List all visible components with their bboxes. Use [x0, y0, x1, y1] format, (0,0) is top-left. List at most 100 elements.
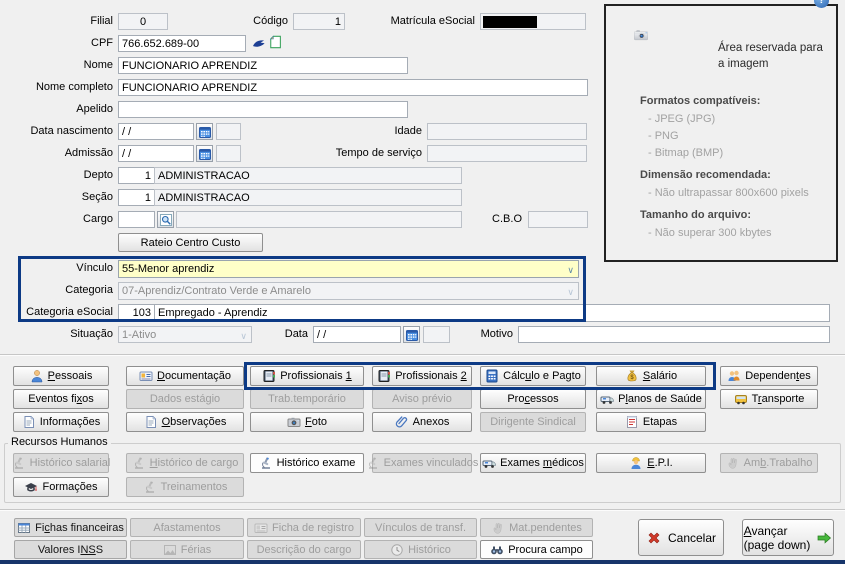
camera-icon: [634, 28, 700, 76]
data-situacao-input[interactable]: / /: [313, 326, 401, 343]
data-nascimento-input[interactable]: / /: [118, 123, 194, 140]
tab-anexos[interactable]: Anexos: [372, 412, 472, 432]
button-label: Planos de Saúde: [618, 393, 702, 405]
address-book-icon: [377, 369, 391, 383]
tab-documentacao[interactable]: Documentação: [126, 366, 244, 386]
codigo-field[interactable]: 1: [293, 13, 345, 30]
matricula-esocial-field[interactable]: [480, 13, 586, 30]
rateio-centro-custo-button[interactable]: Rateio Centro Custo: [118, 233, 263, 252]
admissao-label: Admissão: [64, 147, 113, 159]
apelido-label: Apelido: [76, 103, 113, 115]
button-label: Histórico de cargo: [149, 457, 239, 469]
tab-processos[interactable]: Processos: [480, 389, 586, 409]
cargo-search-button[interactable]: [157, 211, 174, 228]
separator: [0, 509, 845, 511]
binoculars-icon: [490, 543, 504, 557]
button-epi[interactable]: E.P.I.: [596, 453, 706, 473]
categoria-esocial-desc-field[interactable]: Empregado - Aprendiz: [154, 304, 830, 322]
nome-input[interactable]: FUNCIONARIO APRENDIZ: [118, 57, 408, 74]
green-arrow-icon: [816, 530, 832, 546]
date-aux-field: [423, 326, 450, 343]
button-label: Anexos: [412, 416, 450, 428]
button-procura-campo[interactable]: Procura campo: [480, 540, 593, 559]
tab-foto[interactable]: Foto: [250, 412, 364, 432]
advance-button[interactable]: Avançar (page down): [742, 519, 834, 556]
button-label: Amb.Trabalho: [743, 457, 813, 469]
table-icon: [17, 521, 31, 535]
button-valores-inss[interactable]: Valores INSS: [14, 540, 127, 559]
button-formacoes[interactable]: Formações: [13, 477, 109, 497]
tab-salario[interactable]: $ Salário: [596, 366, 706, 386]
paperclip-icon: [395, 415, 409, 429]
button-historico-salarial: Histórico salarial: [13, 453, 110, 473]
microscope-icon: [143, 480, 157, 494]
button-exames-medicos[interactable]: Exames médicos: [480, 453, 586, 473]
calendar-icon: [198, 125, 212, 139]
calendar-button[interactable]: [403, 326, 420, 343]
cpf-input[interactable]: 766.652.689-00: [118, 35, 246, 52]
document-icon: [22, 415, 36, 429]
button-mat-pendentes: Mat.pendentes: [480, 518, 593, 537]
categoria-esocial-label: Categoria eSocial: [26, 306, 113, 318]
categoria-label: Categoria: [65, 284, 113, 296]
button-label: Cancelar: [667, 530, 717, 545]
button-ficha-de-registro: Ficha de registro: [247, 518, 361, 537]
tab-informacoes[interactable]: Informações: [13, 412, 109, 432]
button-label: Etapas: [642, 416, 678, 428]
tab-profissionais-1[interactable]: Profissionais 1: [250, 366, 364, 386]
button-label: Exames vinculados: [383, 457, 479, 469]
button-label: Pessoais: [47, 370, 93, 382]
motivo-input[interactable]: [518, 326, 830, 343]
cbo-field: [528, 211, 588, 228]
button-historico-exame[interactable]: Histórico exame: [250, 453, 364, 473]
calendar-button[interactable]: [196, 123, 213, 140]
red-x-icon: [646, 530, 662, 546]
tab-etapas[interactable]: Etapas: [596, 412, 706, 432]
button-label: Fichas financeiras: [35, 521, 124, 534]
button-label: Profissionais 2: [395, 370, 467, 382]
secao-code-input[interactable]: 1: [118, 189, 155, 206]
id-card-icon: [254, 521, 268, 535]
tab-eventos-fixos[interactable]: Eventos fixos: [13, 389, 109, 409]
button-amb-trabalho: Amb.Trabalho: [720, 453, 818, 473]
receita-bird-icon[interactable]: [252, 37, 266, 51]
cargo-code-input[interactable]: [118, 211, 155, 228]
button-label: Dependentes: [745, 370, 811, 382]
button-label: Valores INSS: [37, 543, 104, 556]
tab-pessoais[interactable]: Pessoais: [13, 366, 109, 386]
filial-field[interactable]: 0: [118, 13, 168, 30]
button-label: Salário: [642, 370, 678, 382]
tab-profissionais-2[interactable]: Profissionais 2: [372, 366, 472, 386]
apelido-input[interactable]: [118, 101, 408, 118]
clock-icon: [390, 543, 404, 557]
nome-completo-input[interactable]: FUNCIONARIO APRENDIZ: [118, 79, 588, 96]
microscope-icon: [366, 456, 380, 470]
tab-dependentes[interactable]: Dependentes: [720, 366, 818, 386]
button-label: Mat.pendentes: [509, 521, 582, 534]
window-bottom-edge: [0, 560, 845, 564]
cargo-label: Cargo: [83, 213, 113, 225]
idade-label: Idade: [394, 125, 422, 137]
button-label: Profissionais 1: [280, 370, 352, 382]
calendar-button[interactable]: [196, 145, 213, 162]
calendar-icon: [405, 328, 419, 342]
vinculo-select[interactable]: 55-Menor aprendiz: [118, 260, 579, 278]
green-document-icon[interactable]: [269, 35, 284, 51]
button-fichas-financeiras[interactable]: Fichas financeiras: [14, 518, 127, 537]
cancel-button[interactable]: Cancelar: [638, 519, 724, 556]
tab-observacoes[interactable]: Observações: [126, 412, 244, 432]
tab-transporte[interactable]: Transporte: [720, 389, 818, 409]
button-exames-vinculados: Exames vinculados: [368, 453, 478, 473]
data-nascimento-label: Data nascimento: [30, 125, 113, 137]
nome-completo-label: Nome completo: [35, 81, 113, 93]
button-label: E.P.I.: [647, 457, 673, 469]
panel-heading-formats: Formatos compatíveis:: [640, 95, 761, 107]
depto-code-input[interactable]: 1: [118, 167, 155, 184]
button-label: Processos: [507, 393, 559, 405]
tab-aviso-previo: Aviso prévio: [372, 389, 472, 409]
categoria-esocial-code-field[interactable]: 103: [118, 304, 155, 322]
tab-calculo-e-pagto[interactable]: Cálculo e Pagto: [480, 366, 586, 386]
admissao-input[interactable]: / /: [118, 145, 194, 162]
worker-icon: [629, 456, 643, 470]
tab-planos-de-saude[interactable]: Planos de Saúde: [596, 389, 706, 409]
